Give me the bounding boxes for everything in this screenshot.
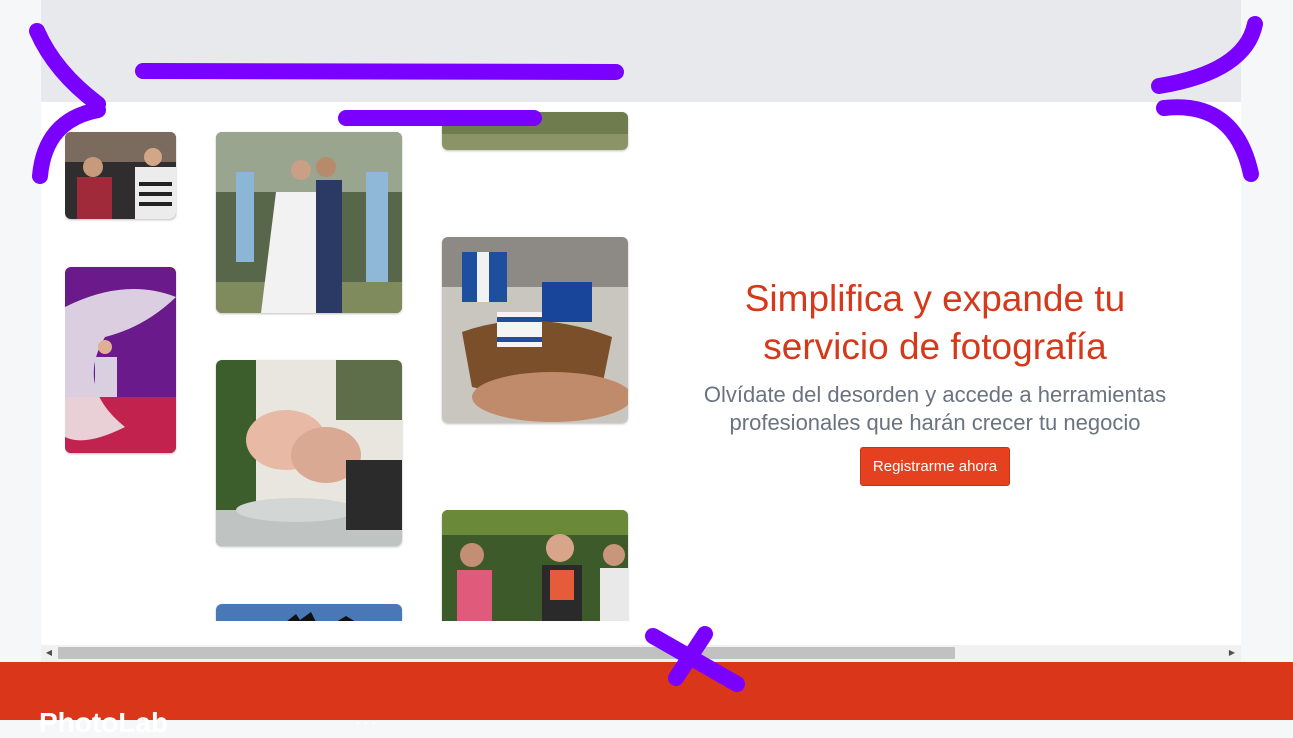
israel-gifts-photo[interactable] xyxy=(442,237,628,423)
sky-photo[interactable] xyxy=(216,604,402,621)
hero-subtitle-line1: Olvídate del desorden y accede a herrami… xyxy=(703,382,1167,407)
baptism-photo[interactable] xyxy=(216,360,402,546)
top-banner xyxy=(41,0,1241,102)
scroll-right-icon[interactable]: ▶ xyxy=(1227,648,1237,658)
hero-subtitle: Olvídate del desorden y accede a herrami… xyxy=(681,381,1189,437)
runners-photo[interactable] xyxy=(442,510,628,621)
dancer-silk-photo[interactable] xyxy=(65,267,176,453)
hero-title-line2: servicio de fotografía xyxy=(763,326,1107,367)
hero-section: Simplifica y expande tu servicio de foto… xyxy=(681,275,1189,486)
horizontal-scrollbar[interactable]: ◀ ▶ xyxy=(41,645,1241,662)
festival-crowd-photo[interactable] xyxy=(65,132,176,219)
wedding-couple-photo[interactable] xyxy=(216,132,402,313)
grass-field-photo[interactable] xyxy=(442,112,628,150)
hero-subtitle-line2: profesionales que harán crecer tu negoci… xyxy=(729,410,1141,435)
main-panel: Simplifica y expande tu servicio de foto… xyxy=(41,0,1241,662)
register-button[interactable]: Registrarme ahora xyxy=(859,447,1011,486)
footer-menu-dots-icon[interactable]: ··· xyxy=(355,712,379,733)
footer-brand-logo[interactable]: PhotoLab xyxy=(39,708,168,738)
scroll-left-icon[interactable]: ◀ xyxy=(44,648,54,658)
footer: PhotoLab ··· xyxy=(0,662,1293,738)
photo-gallery[interactable] xyxy=(65,102,645,621)
scrollbar-thumb[interactable] xyxy=(58,647,955,659)
hero-title: Simplifica y expande tu servicio de foto… xyxy=(681,275,1189,371)
hero-title-line1: Simplifica y expande tu xyxy=(744,278,1126,319)
